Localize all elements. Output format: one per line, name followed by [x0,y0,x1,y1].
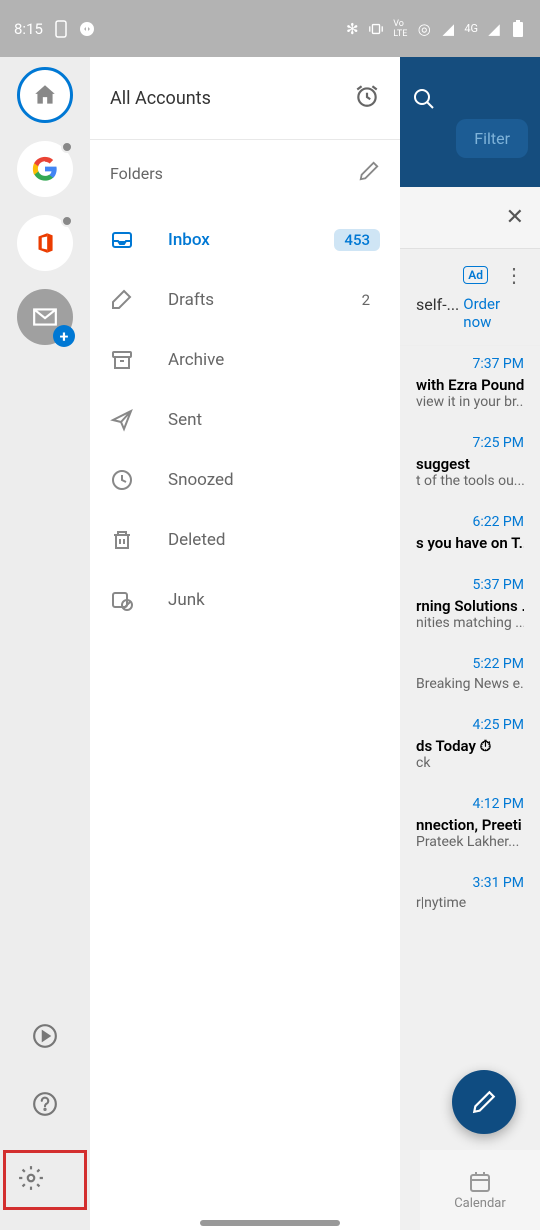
email-time: 5:37 PM [416,577,524,593]
folder-label: Snoozed [168,470,380,490]
drawer-title: All Accounts [110,88,211,109]
email-time: 3:31 PM [416,875,524,891]
add-icon: + [53,325,75,347]
account-google[interactable] [17,141,73,197]
close-icon[interactable]: ✕ [506,205,524,230]
calendar-label: Calendar [454,1196,506,1211]
email-time: 6:22 PM [416,514,524,530]
bluetooth-icon: ✻ [344,21,360,37]
play-button[interactable] [23,1014,67,1058]
email-item[interactable]: 5:22 PM Breaking News e... [400,646,540,707]
email-item[interactable]: 5:37 PM rning Solutions ... nities match… [400,567,540,646]
inbox-icon [110,228,134,252]
folder-label: Drafts [168,290,318,310]
folder-deleted[interactable]: Deleted [90,510,400,570]
sync-icon [79,21,95,37]
email-time: 4:12 PM [416,796,524,812]
email-subject: suggest [416,455,524,473]
folder-label: Sent [168,410,380,430]
junk-icon [110,588,134,612]
email-subject: nnection, Preeti [416,816,524,834]
ad-close-row: ✕ [400,187,540,249]
folder-count: 2 [352,289,380,311]
status-dot-icon [61,215,73,227]
account-office[interactable] [17,215,73,271]
archive-icon [110,348,134,372]
sponsor-text: self-... [416,295,459,331]
email-preview: r|nytime [416,895,524,911]
folder-archive[interactable]: Archive [90,330,400,390]
drafts-icon [110,288,134,312]
email-item[interactable]: 4:12 PM nnection, Preeti Prateek Lakher.… [400,786,540,865]
folder-inbox[interactable]: Inbox 453 [90,210,400,270]
email-header: Filter [400,57,540,187]
lte-icon: VoLTE [392,21,408,37]
more-icon[interactable]: ⋮ [504,263,524,287]
email-item[interactable]: 6:22 PM s you have on T... [400,504,540,567]
signal-1-icon: ◢ [440,21,456,37]
section-title: Folders [110,164,163,183]
battery-icon [510,21,526,37]
deleted-icon [110,528,134,552]
email-time: 7:37 PM [416,356,524,372]
sponsor-row[interactable]: Ad ⋮ self-... Order now [400,249,540,346]
email-time: 7:25 PM [416,435,524,451]
search-icon[interactable] [412,87,438,113]
email-preview: ck [416,755,524,771]
filter-button[interactable]: Filter [456,119,528,158]
email-list-partial: Filter ✕ Ad ⋮ self-... Order now 7:37 PM… [400,57,540,1230]
folder-junk[interactable]: Junk [90,570,400,630]
email-preview: Prateek Lakher... [416,834,524,850]
email-subject: with Ezra Pound [416,376,524,394]
email-item[interactable]: 4:25 PM ds Today ⏱ ck [400,707,540,786]
hotspot-icon: ◎ [416,21,432,37]
help-button[interactable] [23,1082,67,1126]
phone-icon [53,21,69,37]
ad-badge: Ad [463,266,488,284]
snoozed-icon [110,468,134,492]
home-indicator[interactable] [200,1220,340,1226]
email-subject: ds Today ⏱ [416,737,524,755]
folder-label: Archive [168,350,380,370]
network-label: 4G [464,22,478,35]
add-account[interactable]: + [17,289,73,345]
calendar-tab[interactable]: Calendar [420,1150,540,1230]
folder-label: Inbox [168,230,300,250]
account-home[interactable] [17,67,73,123]
folder-sent[interactable]: Sent [90,390,400,450]
edit-icon[interactable] [358,160,380,186]
folder-label: Junk [168,590,380,610]
folder-drawer: All Accounts Folders Inbox 453 [90,57,400,1230]
signal-2-icon: ◢ [486,21,502,37]
folder-label: Deleted [168,530,380,550]
email-time: 5:22 PM [416,656,524,672]
folder-drafts[interactable]: Drafts 2 [90,270,400,330]
settings-button-highlighted[interactable] [3,1150,87,1210]
folder-badge: 453 [334,229,380,251]
email-time: 4:25 PM [416,717,524,733]
email-item[interactable]: 7:25 PM suggest t of the tools ou... [400,425,540,504]
email-preview: nities matching ... [416,615,524,631]
status-time: 8:15 [14,20,43,38]
sponsor-cta[interactable]: Order now [463,295,524,331]
email-subject: rning Solutions ... [416,597,524,615]
email-preview: Breaking News e... [416,676,524,692]
status-dot-icon [61,141,73,153]
email-preview: t of the tools ou... [416,473,524,489]
email-preview: view it in your br... [416,394,524,410]
account-sidebar: + [0,57,90,1230]
email-item[interactable]: 7:37 PM with Ezra Pound view it in your … [400,346,540,425]
status-bar: 8:15 ✻ VoLTE ◎ ◢ 4G ◢ [0,0,540,57]
vibrate-icon [368,21,384,37]
compose-fab[interactable] [452,1070,516,1134]
clock-icon[interactable] [354,83,380,113]
email-item[interactable]: 3:31 PM r|nytime [400,865,540,926]
email-subject: s you have on T... [416,534,524,552]
folder-snoozed[interactable]: Snoozed [90,450,400,510]
sent-icon [110,408,134,432]
